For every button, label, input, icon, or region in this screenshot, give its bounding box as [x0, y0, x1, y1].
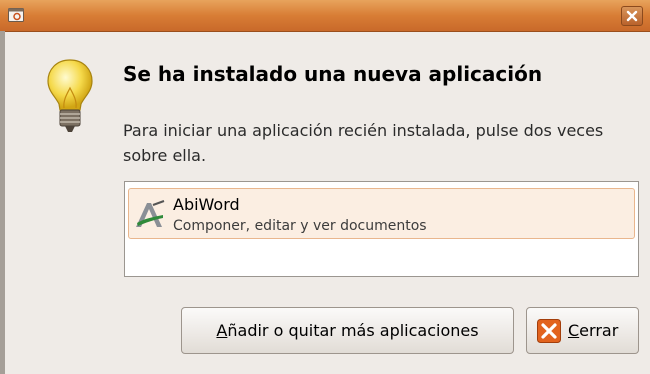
mnemonic-letter: A [216, 321, 228, 340]
app-list[interactable]: AbiWord Componer, editar y ver documento… [124, 181, 639, 277]
button-label: ñadir o quitar más aplicaciones [227, 321, 479, 340]
mnemonic-letter: C [568, 321, 580, 340]
button-label: errar [579, 321, 619, 340]
dialog-heading: Se ha instalado una nueva aplicación [123, 62, 543, 86]
title-bar[interactable] [0, 0, 650, 32]
abiword-icon [136, 200, 165, 227]
app-window-icon[interactable] [8, 8, 24, 22]
add-remove-applications-button[interactable]: Añadir o quitar más aplicaciones [181, 307, 514, 354]
list-item[interactable]: AbiWord Componer, editar y ver documento… [128, 188, 635, 239]
close-button[interactable]: Cerrar [526, 307, 639, 354]
lightbulb-icon [47, 59, 93, 132]
close-icon [626, 10, 638, 22]
dialog-description: Para iniciar una aplicación recién insta… [123, 121, 604, 165]
app-name: AbiWord [173, 195, 240, 214]
window-border [0, 31, 5, 374]
app-description: Componer, editar y ver documentos [173, 218, 427, 234]
close-icon [537, 319, 561, 343]
window-close-button[interactable] [621, 6, 643, 26]
